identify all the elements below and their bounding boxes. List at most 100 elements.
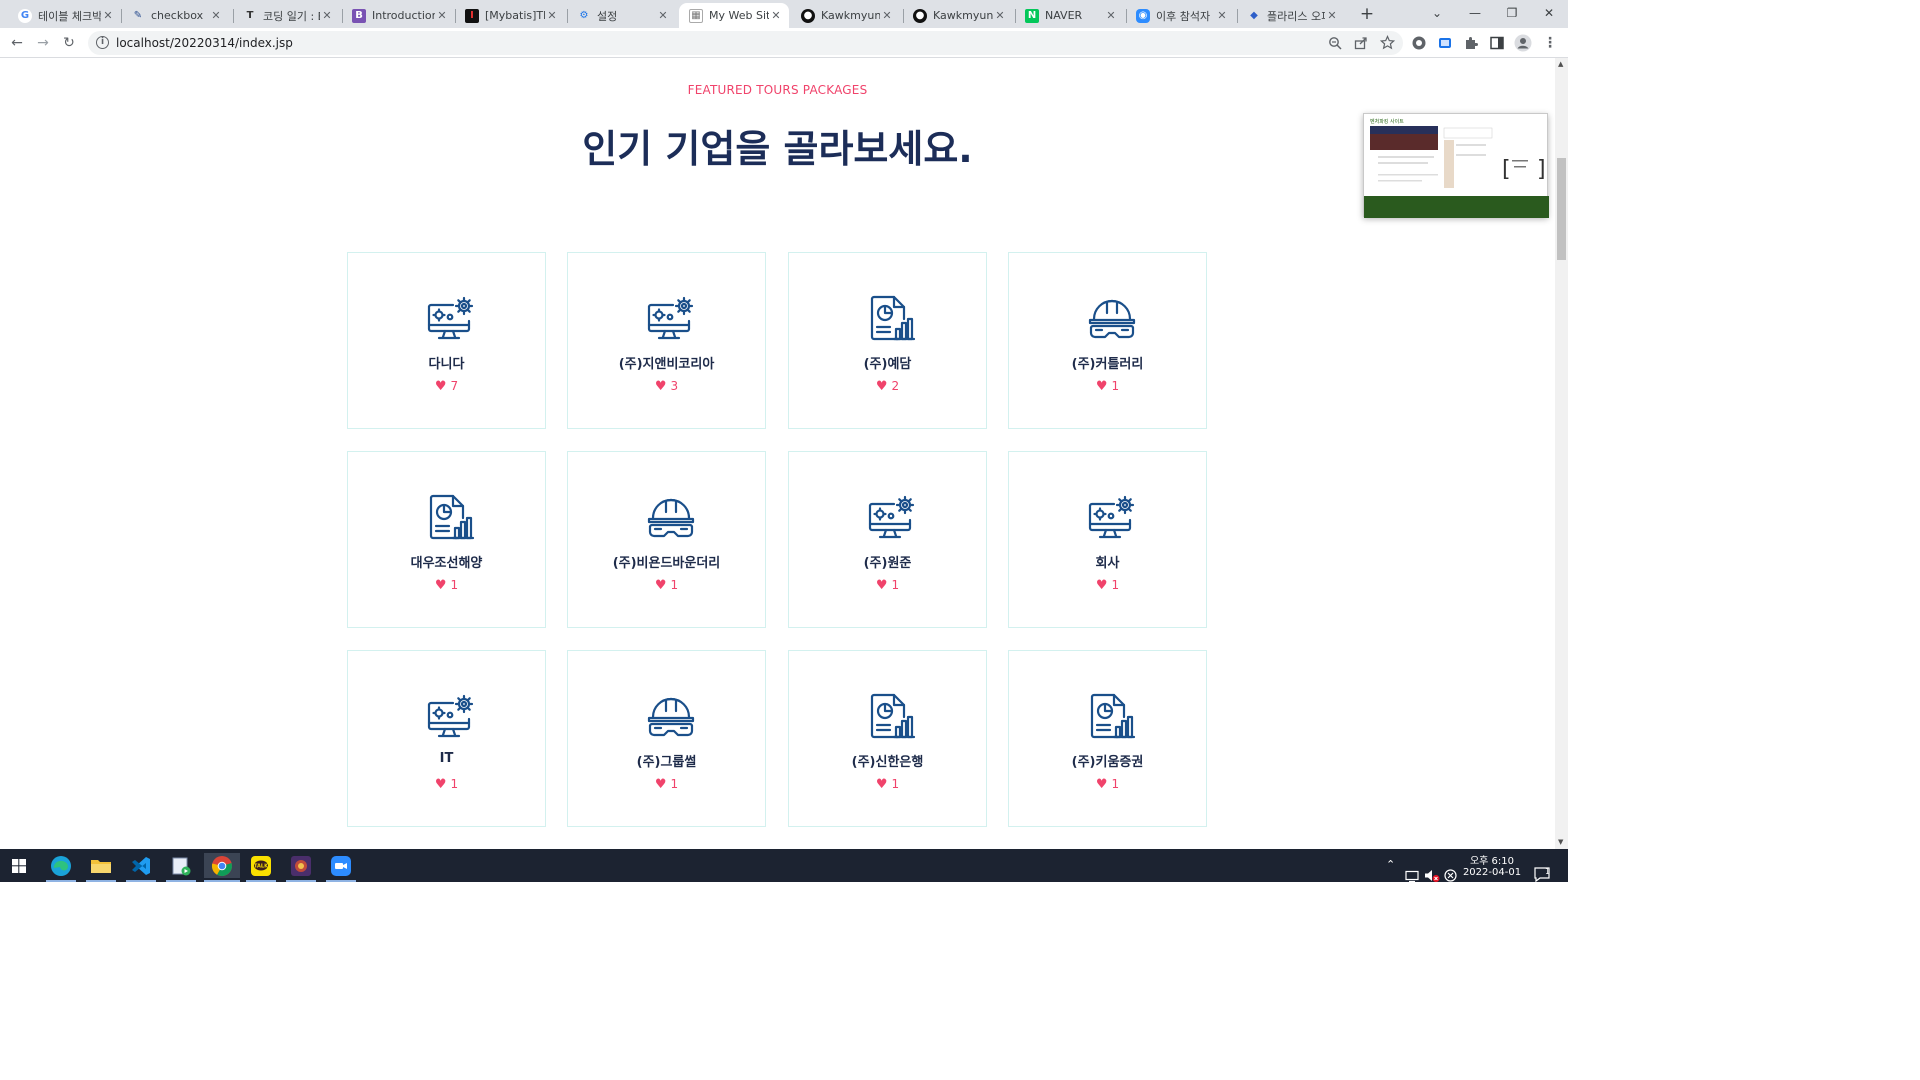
- reload-button[interactable]: ↻: [60, 34, 78, 52]
- taskbar-game[interactable]: [286, 853, 316, 878]
- taskbar-edge[interactable]: [46, 853, 76, 878]
- menu-kebab-icon[interactable]: ⋮: [1541, 34, 1559, 52]
- zoom-icon[interactable]: [1328, 36, 1342, 50]
- extensions-puzzle-icon[interactable]: [1463, 35, 1479, 51]
- company-card[interactable]: IT ♥ 1: [347, 650, 546, 827]
- company-name[interactable]: (주)비욘드바운더리: [568, 552, 765, 571]
- tab-close-icon[interactable]: ✕: [769, 9, 783, 22]
- scroll-down-arrow[interactable]: ▼: [1558, 838, 1563, 846]
- restore-button[interactable]: ❐: [1493, 0, 1531, 28]
- extension-app-icon[interactable]: [1437, 35, 1453, 51]
- tab-search-button[interactable]: ⌄: [1418, 0, 1456, 28]
- scrollbar-thumb[interactable]: [1557, 158, 1566, 260]
- tab-close-icon[interactable]: ✕: [209, 9, 223, 22]
- forward-button[interactable]: →: [34, 34, 52, 52]
- clock-date[interactable]: 2022-04-01: [1462, 867, 1522, 900]
- extension-globe-icon[interactable]: [1411, 35, 1427, 51]
- like-count[interactable]: ♥ 1: [1009, 379, 1206, 394]
- like-count[interactable]: ♥ 1: [789, 777, 986, 792]
- address-bar[interactable]: i localhost/20220314/index.jsp: [88, 31, 1403, 55]
- tab-7[interactable]: ▦ My Web Site✕: [679, 3, 789, 28]
- tab-2[interactable]: ✎ checkbox ✕: [121, 3, 229, 28]
- like-count[interactable]: ♥ 3: [568, 379, 765, 394]
- tab-close-icon[interactable]: ✕: [993, 9, 1007, 22]
- kakao-running-indicator: [246, 880, 276, 882]
- close-window-button[interactable]: ✕: [1530, 0, 1568, 28]
- company-name[interactable]: 다니다: [348, 353, 545, 372]
- company-card[interactable]: (주)원준 ♥ 1: [788, 451, 987, 628]
- tab-9[interactable]: ● Kawkmyungh✕: [903, 3, 1013, 28]
- site-info-icon[interactable]: i: [96, 36, 109, 49]
- share-icon[interactable]: [1354, 36, 1368, 50]
- company-card[interactable]: (주)지앤비코리아 ♥ 3: [567, 252, 766, 429]
- company-card[interactable]: (주)커틀러리 ♥ 1: [1008, 252, 1207, 429]
- company-card[interactable]: 다니다 ♥ 7: [347, 252, 546, 429]
- like-count[interactable]: ♥ 2: [789, 379, 986, 394]
- like-count[interactable]: ♥ 1: [348, 777, 545, 792]
- tab-close-icon[interactable]: ✕: [320, 9, 334, 22]
- tab-1[interactable]: G 테이블 체크박 ✕: [8, 3, 121, 28]
- company-card[interactable]: (주)신한은행 ♥ 1: [788, 650, 987, 827]
- company-name[interactable]: (주)지앤비코리아: [568, 353, 765, 372]
- tab-8[interactable]: ● Kawkmyungh✕: [791, 3, 900, 28]
- side-panel-icon[interactable]: [1489, 35, 1505, 51]
- company-card[interactable]: (주)예담 ♥ 2: [788, 252, 987, 429]
- like-count[interactable]: ♥ 7: [348, 379, 545, 394]
- taskbar-explorer[interactable]: [86, 853, 116, 878]
- tab-close-icon[interactable]: ✕: [545, 9, 559, 22]
- bookmark-star-icon[interactable]: [1380, 35, 1395, 50]
- tab-close-icon[interactable]: ✕: [880, 9, 894, 22]
- company-name[interactable]: (주)신한은행: [789, 751, 986, 770]
- tab-close-icon[interactable]: ✕: [656, 9, 670, 22]
- company-name[interactable]: 회사: [1009, 552, 1206, 571]
- tab-title: My Web Site: [709, 9, 769, 22]
- tab-close-icon[interactable]: ✕: [1104, 9, 1118, 22]
- volume-muted-icon[interactable]: [1424, 859, 1440, 892]
- new-tab-button[interactable]: +: [1357, 4, 1377, 24]
- tab-close-icon[interactable]: ✕: [435, 9, 449, 22]
- company-card[interactable]: (주)그룹썰 ♥ 1: [567, 650, 766, 827]
- window-preview-thumbnail[interactable]: 벤처파킹 사이트 [ ]: [1363, 113, 1549, 218]
- taskbar-app-green[interactable]: [166, 853, 196, 878]
- company-card[interactable]: 회사 ♥ 1: [1008, 451, 1207, 628]
- back-button[interactable]: ←: [8, 34, 26, 52]
- profile-avatar-icon[interactable]: [1514, 34, 1532, 52]
- company-card[interactable]: (주)비욘드바운더리 ♥ 1: [567, 451, 766, 628]
- tab-close-icon[interactable]: ✕: [101, 9, 115, 22]
- company-name[interactable]: (주)커틀러리: [1009, 353, 1206, 372]
- taskbar-zoom[interactable]: [326, 853, 356, 878]
- minimize-button[interactable]: —: [1456, 0, 1494, 28]
- like-count[interactable]: ♥ 1: [348, 578, 545, 593]
- tray-status-icon[interactable]: [1444, 859, 1457, 892]
- scroll-up-arrow[interactable]: ▲: [1558, 60, 1563, 68]
- tab-5[interactable]: I [Mybatis]The✕: [455, 3, 565, 28]
- company-name[interactable]: (주)그룹썰: [568, 751, 765, 770]
- company-name[interactable]: (주)키움증권: [1009, 751, 1206, 770]
- taskbar-chrome[interactable]: [204, 853, 240, 878]
- tab-4[interactable]: B Introduction ✕: [342, 3, 455, 28]
- like-count[interactable]: ♥ 1: [1009, 578, 1206, 593]
- company-name[interactable]: (주)원준: [789, 552, 986, 571]
- tab-6[interactable]: ⚙ 설정 ✕: [567, 3, 676, 28]
- tab-3[interactable]: T 코딩 일기 : El✕: [233, 3, 340, 28]
- page-scrollbar[interactable]: ▲ ▼: [1555, 58, 1568, 849]
- tray-overflow-chevron-icon[interactable]: ⌃: [1386, 858, 1395, 891]
- like-count[interactable]: ♥ 1: [568, 777, 765, 792]
- company-card[interactable]: 대우조선해양 ♥ 1: [347, 451, 546, 628]
- tab-close-icon[interactable]: ✕: [1215, 9, 1229, 22]
- tab-11[interactable]: ◉ 이후 참석자 ✕: [1126, 3, 1235, 28]
- company-name[interactable]: 대우조선해양: [348, 552, 545, 571]
- taskbar-vscode[interactable]: [126, 853, 156, 878]
- tab-12[interactable]: ◆ 플라리스 오피 ✕: [1237, 3, 1345, 28]
- windows-start-button[interactable]: [4, 853, 34, 878]
- like-count[interactable]: ♥ 1: [1009, 777, 1206, 792]
- company-name[interactable]: IT: [348, 751, 545, 766]
- like-count[interactable]: ♥ 1: [789, 578, 986, 593]
- network-icon[interactable]: [1405, 860, 1419, 893]
- tab-close-icon[interactable]: ✕: [1325, 9, 1339, 22]
- company-name[interactable]: (주)예담: [789, 353, 986, 372]
- like-count[interactable]: ♥ 1: [568, 578, 765, 593]
- taskbar-kakaotalk[interactable]: TALK: [246, 853, 276, 878]
- tab-10[interactable]: N NAVER ✕: [1015, 3, 1124, 28]
- company-card[interactable]: (주)키움증권 ♥ 1: [1008, 650, 1207, 827]
